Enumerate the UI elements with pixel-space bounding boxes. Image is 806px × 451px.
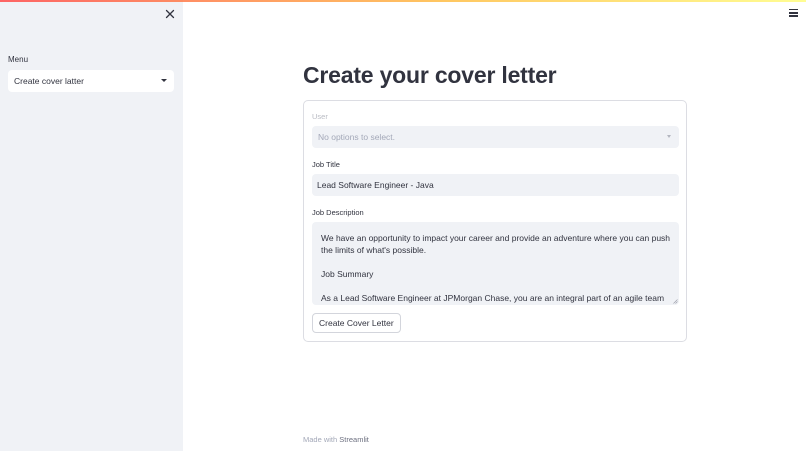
user-label: User: [312, 112, 328, 121]
job-title-label: Job Title: [312, 160, 340, 169]
menu-select-value: Create cover latter: [14, 76, 84, 86]
resize-handle-icon[interactable]: [673, 299, 678, 304]
close-icon: [165, 9, 175, 19]
user-select: No options to select.: [312, 126, 679, 148]
close-sidebar-button[interactable]: [162, 6, 178, 22]
create-cover-letter-button[interactable]: Create Cover Letter: [312, 313, 401, 333]
job-description-line: As a Lead Software Engineer at JPMorgan …: [321, 293, 665, 303]
chevron-down-icon: [667, 135, 671, 138]
hamburger-menu-icon[interactable]: [789, 9, 798, 17]
job-description-textarea[interactable]: We have an opportunity to impact your ca…: [312, 222, 679, 305]
job-description-line: Job Summary: [321, 269, 374, 279]
job-description-label: Job Description: [312, 208, 364, 217]
page-title: Create your cover letter: [303, 62, 557, 88]
cover-letter-form: User No options to select. Job Title Job…: [303, 100, 687, 342]
job-description-line: the limits of what's possible.: [321, 245, 427, 255]
menu-label: Menu: [8, 55, 29, 64]
menu-select[interactable]: Create cover latter: [8, 70, 174, 92]
job-title-input[interactable]: [312, 174, 679, 196]
chevron-down-icon: [161, 79, 167, 82]
footer: Made with Streamlit: [303, 435, 369, 444]
top-decoration-bar: [0, 0, 806, 2]
footer-brand-link[interactable]: Streamlit: [339, 435, 369, 444]
footer-prefix: Made with: [303, 435, 338, 444]
sidebar: Menu Create cover latter: [0, 0, 183, 451]
user-select-placeholder: No options to select.: [318, 132, 396, 142]
job-description-line: We have an opportunity to impact your ca…: [321, 233, 671, 243]
